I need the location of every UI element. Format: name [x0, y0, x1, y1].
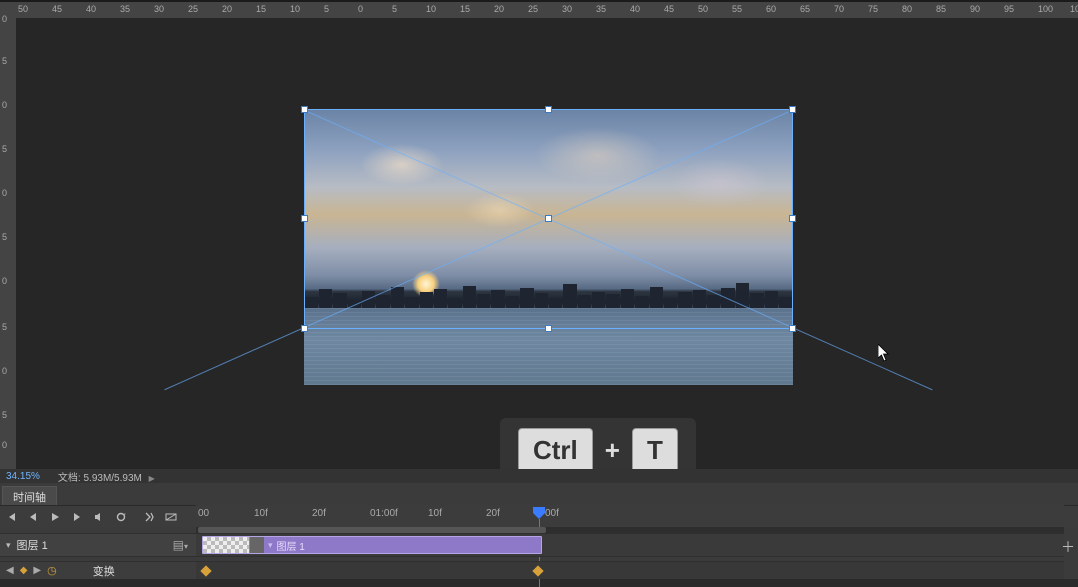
timeline-panel: 时间轴 00 10f 20f 01:00f 10f 20f 00f ▾ 图层 1… — [0, 483, 1078, 579]
hruler-tick: 40 — [86, 4, 96, 14]
video-clip[interactable]: ▾ 图层 1 — [202, 536, 542, 554]
stopwatch-icon[interactable]: ◷ — [47, 564, 57, 577]
hruler-tick: 105 — [1070, 4, 1078, 14]
hruler-tick: 80 — [902, 4, 912, 14]
zoom-level[interactable]: 34.15% — [6, 471, 40, 482]
mouse-cursor-icon — [878, 344, 890, 362]
shortcut-plus: + — [605, 435, 620, 466]
video-track[interactable]: ▾ 图层 1 — [196, 533, 1064, 557]
layer-blend-mode-button[interactable]: ▤▾ — [171, 538, 190, 552]
vruler-tick: 5 — [2, 410, 7, 420]
transition-button[interactable] — [160, 506, 182, 528]
prev-keyframe-icon[interactable]: ◀ — [6, 565, 14, 576]
layer-name[interactable]: 图层 1 — [17, 537, 165, 553]
shortcut-key-t: T — [632, 428, 678, 473]
shortcut-key-ctrl: Ctrl — [518, 428, 593, 473]
hruler-tick: 45 — [664, 4, 674, 14]
hruler-tick: 70 — [834, 4, 844, 14]
hruler-tick: 20 — [222, 4, 232, 14]
timeline-panel-tab[interactable]: 时间轴 — [2, 486, 57, 507]
vruler-tick: 0 — [2, 188, 7, 198]
hruler-tick: 90 — [970, 4, 980, 14]
mute-audio-button[interactable] — [88, 506, 110, 528]
vruler-tick: 0 — [2, 100, 7, 110]
hruler-tick: 50 — [698, 4, 708, 14]
image-sky — [304, 110, 793, 292]
doc-label: 文档: — [58, 473, 81, 484]
hruler-tick: 50 — [18, 4, 28, 14]
keyframe-diamond-icon[interactable]: ◆ — [20, 565, 28, 576]
time-ruler-label: 20f — [486, 508, 500, 519]
next-keyframe-icon[interactable]: ▶ — [33, 565, 41, 576]
hruler-tick: 95 — [1004, 4, 1014, 14]
go-to-prev-keyframe-button[interactable] — [22, 506, 44, 528]
hruler-tick: 35 — [120, 4, 130, 14]
clip-thumbnail — [203, 537, 249, 553]
hruler-tick: 35 — [596, 4, 606, 14]
add-track-button[interactable]: ＋ — [1061, 537, 1075, 557]
clip-thumbnail — [250, 537, 264, 553]
playhead[interactable] — [532, 505, 546, 527]
vruler-tick: 5 — [2, 232, 7, 242]
vertical-ruler[interactable]: 0 5 0 5 0 5 0 5 0 5 0 — [0, 2, 16, 469]
hruler-tick: 0 — [358, 4, 363, 14]
layer-property-row[interactable]: ◀ ◆ ▶ ◷ 变换 — [0, 561, 196, 579]
time-ruler-label: 00 — [198, 508, 209, 519]
vruler-tick: 0 — [2, 276, 7, 286]
hruler-tick: 85 — [936, 4, 946, 14]
time-ruler-label: 20f — [312, 508, 326, 519]
hruler-tick: 40 — [630, 4, 640, 14]
vruler-tick: 0 — [2, 440, 7, 450]
vruler-tick: 0 — [2, 14, 7, 24]
vruler-tick: 5 — [2, 56, 7, 66]
horizontal-ruler[interactable]: 50 45 40 35 30 25 20 15 10 5 0 5 10 15 2… — [16, 2, 1078, 18]
hruler-tick: 30 — [562, 4, 572, 14]
time-ruler-label: 00f — [545, 508, 559, 519]
image-water — [304, 308, 793, 385]
hruler-tick: 5 — [392, 4, 397, 14]
chevron-right-icon[interactable]: ▶ — [149, 474, 155, 483]
hruler-tick: 100 — [1038, 4, 1053, 14]
go-to-first-frame-button[interactable] — [0, 506, 22, 528]
layer-header[interactable]: ▾ 图层 1 ▤▾ — [0, 533, 196, 557]
hruler-tick: 20 — [494, 4, 504, 14]
status-bar: 34.15% 文档: 5.93M/5.93M ▶ — [0, 469, 1078, 483]
hruler-tick: 45 — [52, 4, 62, 14]
image-skyline — [304, 281, 793, 309]
hruler-tick: 10 — [426, 4, 436, 14]
chevron-down-icon[interactable]: ▾ — [264, 540, 277, 551]
hruler-tick: 5 — [324, 4, 329, 14]
hruler-tick: 15 — [256, 4, 266, 14]
hruler-tick: 10 — [290, 4, 300, 14]
vruler-tick: 0 — [2, 366, 7, 376]
keyframe-marker[interactable] — [200, 565, 211, 576]
chevron-down-icon[interactable]: ▾ — [6, 540, 11, 551]
canvas-area[interactable]: Ctrl + T — [16, 18, 1078, 469]
property-name: 变换 — [93, 563, 115, 579]
keyframe-marker[interactable] — [532, 565, 543, 576]
hruler-tick: 25 — [528, 4, 538, 14]
vruler-tick: 5 — [2, 144, 7, 154]
time-ruler-label: 10f — [254, 508, 268, 519]
clip-name: 图层 1 — [277, 538, 305, 553]
hruler-tick: 15 — [460, 4, 470, 14]
go-to-next-keyframe-button[interactable] — [66, 506, 88, 528]
time-ruler-label: 10f — [428, 508, 442, 519]
property-keyframe-track[interactable] — [196, 561, 1064, 579]
hruler-tick: 75 — [868, 4, 878, 14]
hruler-tick: 25 — [188, 4, 198, 14]
hruler-tick: 60 — [766, 4, 776, 14]
hruler-tick: 55 — [732, 4, 742, 14]
time-ruler-label: 01:00f — [370, 508, 398, 519]
play-button[interactable] — [44, 506, 66, 528]
hruler-tick: 30 — [154, 4, 164, 14]
loop-button[interactable] — [110, 506, 132, 528]
canvas-image[interactable] — [304, 110, 793, 385]
hruler-tick: 65 — [800, 4, 810, 14]
doc-size: 5.93M/5.93M — [83, 473, 141, 484]
split-clip-button[interactable] — [138, 506, 160, 528]
time-ruler[interactable]: 00 10f 20f 01:00f 10f 20f 00f — [196, 505, 1064, 527]
vruler-tick: 5 — [2, 322, 7, 332]
